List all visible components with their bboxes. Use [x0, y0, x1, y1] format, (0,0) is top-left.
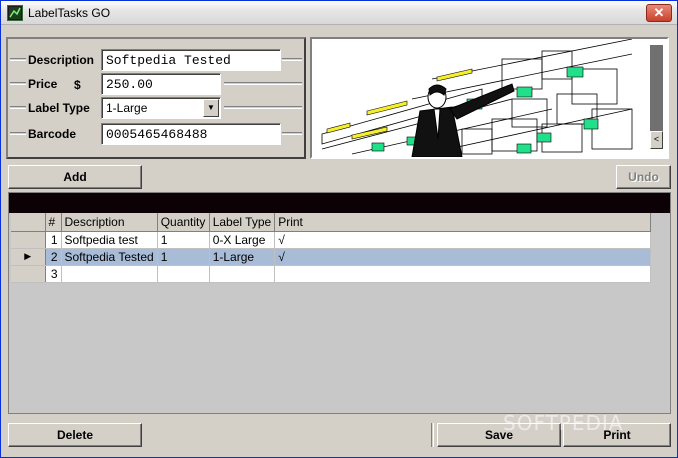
table-row-new[interactable]: 3: [11, 265, 652, 283]
barcode-field[interactable]: 0005465468488: [101, 123, 281, 145]
row-number: 3: [45, 265, 62, 283]
table-row[interactable]: 1 Softpedia test 1 0-X Large √: [11, 231, 652, 249]
row-indicator[interactable]: [11, 265, 46, 283]
column-header-quantity[interactable]: Quantity: [157, 213, 210, 232]
price-label: Price: [28, 77, 58, 91]
labels-grid: # Description Quantity Label Type Print …: [8, 192, 671, 414]
currency-symbol: $: [74, 78, 81, 92]
window-title: LabelTasks GO: [28, 6, 111, 20]
illustration-scrollbar[interactable]: <: [650, 45, 663, 149]
warehouse-illustration: [321, 39, 633, 157]
client-area: Description Softpedia Tested Price $ 250…: [3, 27, 675, 457]
description-label: Description: [28, 53, 95, 67]
row-indicator[interactable]: [11, 231, 46, 249]
cell-label-type[interactable]: 0-X Large: [209, 231, 276, 249]
decorative-rule: [10, 58, 26, 61]
decorative-rule: [10, 106, 26, 109]
decorative-rule: [282, 132, 302, 135]
price-row: Price $ 250.00: [8, 73, 304, 95]
decorative-rule: [10, 132, 26, 135]
row-number: 1: [45, 231, 62, 249]
illustration-panel: <: [310, 37, 669, 159]
row-number: 2: [45, 248, 62, 266]
cell-description[interactable]: Softpedia test: [61, 231, 158, 249]
labeltasks-app-icon[interactable]: [7, 5, 23, 21]
cell-label-type[interactable]: [209, 265, 276, 283]
title-bar[interactable]: LabelTasks GO ✕: [1, 1, 677, 25]
description-row: Description Softpedia Tested: [8, 49, 304, 71]
scroll-left-icon[interactable]: <: [650, 131, 663, 149]
row-indicator-header: [11, 213, 46, 232]
cell-quantity[interactable]: [157, 265, 210, 283]
label-type-select[interactable]: 1-Large ▼: [101, 97, 221, 119]
barcode-row: Barcode 0005465468488: [8, 123, 304, 145]
label-type-row: Label Type 1-Large ▼: [8, 97, 304, 119]
price-field[interactable]: 250.00: [101, 73, 221, 95]
button-separator: [431, 423, 434, 447]
label-type-value: 1-Large: [106, 101, 148, 115]
label-type-label: Label Type: [28, 101, 90, 115]
column-header-print[interactable]: Print: [274, 213, 652, 232]
cell-print-check[interactable]: √: [274, 248, 652, 266]
decorative-rule: [10, 82, 26, 85]
decorative-rule: [282, 58, 302, 61]
column-header-label-type[interactable]: Label Type: [209, 213, 276, 232]
delete-button[interactable]: Delete: [8, 423, 142, 447]
chevron-down-icon[interactable]: ▼: [203, 99, 219, 117]
cell-quantity[interactable]: 1: [157, 248, 210, 266]
grid-header-row: # Description Quantity Label Type Print: [11, 213, 652, 232]
decorative-rule: [224, 106, 302, 109]
column-header-number[interactable]: #: [45, 213, 62, 232]
add-button[interactable]: Add: [8, 165, 142, 189]
labels-table: # Description Quantity Label Type Print …: [11, 213, 652, 283]
cell-label-type[interactable]: 1-Large: [209, 248, 276, 266]
cell-print-check[interactable]: √: [274, 231, 652, 249]
cell-description[interactable]: Softpedia Tested: [61, 248, 158, 266]
barcode-label: Barcode: [28, 127, 77, 141]
label-form-panel: Description Softpedia Tested Price $ 250…: [6, 37, 306, 159]
decorative-rule: [224, 82, 302, 85]
softpedia-watermark: SOFTPEDIA: [503, 411, 624, 435]
close-button[interactable]: ✕: [646, 4, 672, 22]
row-pointer-icon[interactable]: ▶: [11, 248, 46, 266]
undo-button[interactable]: Undo: [616, 165, 671, 189]
grid-band: [9, 193, 670, 213]
cell-quantity[interactable]: 1: [157, 231, 210, 249]
cell-print-check[interactable]: [274, 265, 652, 283]
description-field[interactable]: Softpedia Tested: [101, 49, 281, 71]
column-header-description[interactable]: Description: [61, 213, 158, 232]
app-window: LabelTasks GO ✕ Description Softpedia Te…: [0, 0, 678, 458]
table-row-selected[interactable]: ▶ 2 Softpedia Tested 1 1-Large √: [11, 248, 652, 266]
cell-description[interactable]: [61, 265, 158, 283]
